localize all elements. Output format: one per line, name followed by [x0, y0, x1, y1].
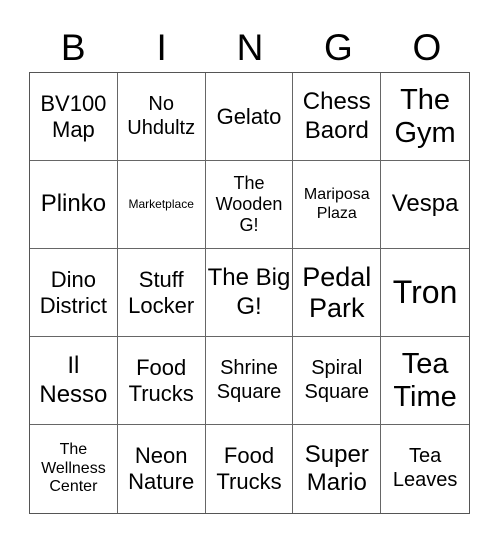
- bingo-cell[interactable]: Pedal Park: [293, 249, 382, 337]
- bingo-header: B I N G O: [29, 24, 471, 72]
- header-letter-b: B: [60, 27, 86, 68]
- bingo-cell[interactable]: Mariposa Plaza: [293, 161, 382, 249]
- bingo-cell[interactable]: Food Trucks: [117, 337, 206, 425]
- bingo-cell[interactable]: Dino District: [30, 249, 118, 337]
- bingo-cell[interactable]: The Big G!: [205, 249, 294, 337]
- header-letter-n: N: [236, 27, 264, 68]
- bingo-cell[interactable]: Spiral Square: [293, 337, 382, 425]
- bingo-cell[interactable]: Stuff Locker: [117, 249, 206, 337]
- bingo-cell[interactable]: The Wellness Center: [30, 425, 118, 513]
- bingo-cell[interactable]: BV100 Map: [30, 73, 118, 161]
- bingo-cell[interactable]: Vespa: [381, 161, 469, 249]
- header-letter-g: G: [324, 27, 353, 68]
- bingo-cell[interactable]: Plinko: [30, 161, 118, 249]
- header-letter-o: O: [412, 27, 442, 68]
- bingo-cell[interactable]: No Uhdultz: [117, 73, 206, 161]
- header-letter-i: I: [156, 27, 167, 68]
- bingo-cell[interactable]: The Wooden G!: [205, 161, 294, 249]
- bingo-cell[interactable]: Tea Time: [381, 337, 469, 425]
- bingo-cell[interactable]: Gelato: [205, 73, 294, 161]
- bingo-cell[interactable]: Tron: [381, 249, 469, 337]
- bingo-cell[interactable]: Super Mario: [293, 425, 382, 513]
- bingo-cell[interactable]: Chess Baord: [293, 73, 382, 161]
- bingo-grid: BV100 Map No Uhdultz Gelato Chess Baord …: [29, 72, 470, 514]
- bingo-cell[interactable]: Marketplace: [117, 161, 206, 249]
- bingo-cell[interactable]: Shrine Square: [205, 337, 294, 425]
- bingo-cell[interactable]: Neon Nature: [118, 425, 206, 513]
- bingo-cell[interactable]: The Gym: [381, 73, 469, 161]
- bingo-cell[interactable]: Food Trucks: [206, 425, 294, 513]
- bingo-cell[interactable]: Tea Leaves: [381, 425, 469, 513]
- bingo-cell[interactable]: Il Nesso: [30, 337, 118, 425]
